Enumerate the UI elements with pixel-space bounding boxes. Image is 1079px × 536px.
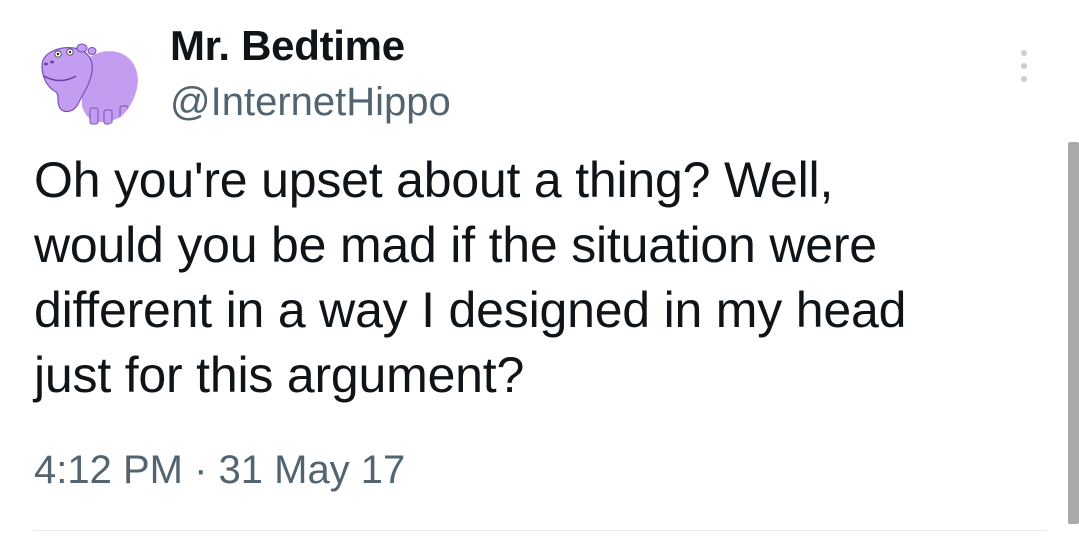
- avatar[interactable]: [34, 26, 138, 130]
- more-vertical-icon: [1021, 63, 1027, 69]
- hippo-avatar-icon: [34, 26, 138, 130]
- divider: [34, 530, 1046, 531]
- more-vertical-icon: [1021, 76, 1027, 82]
- tweet-text: Oh you're upset about a thing? Well, wou…: [34, 152, 907, 403]
- tweet: Mr. Bedtime @InternetHippo Oh you're ups…: [0, 0, 1079, 536]
- author-display-name[interactable]: Mr. Bedtime: [170, 22, 405, 70]
- more-options-button[interactable]: [1006, 44, 1042, 88]
- author-handle[interactable]: @InternetHippo: [170, 80, 451, 125]
- tweet-timestamp[interactable]: 4:12 PM · 31 May 17: [34, 448, 405, 493]
- more-vertical-icon: [1021, 50, 1027, 56]
- scrollbar[interactable]: [1068, 142, 1079, 524]
